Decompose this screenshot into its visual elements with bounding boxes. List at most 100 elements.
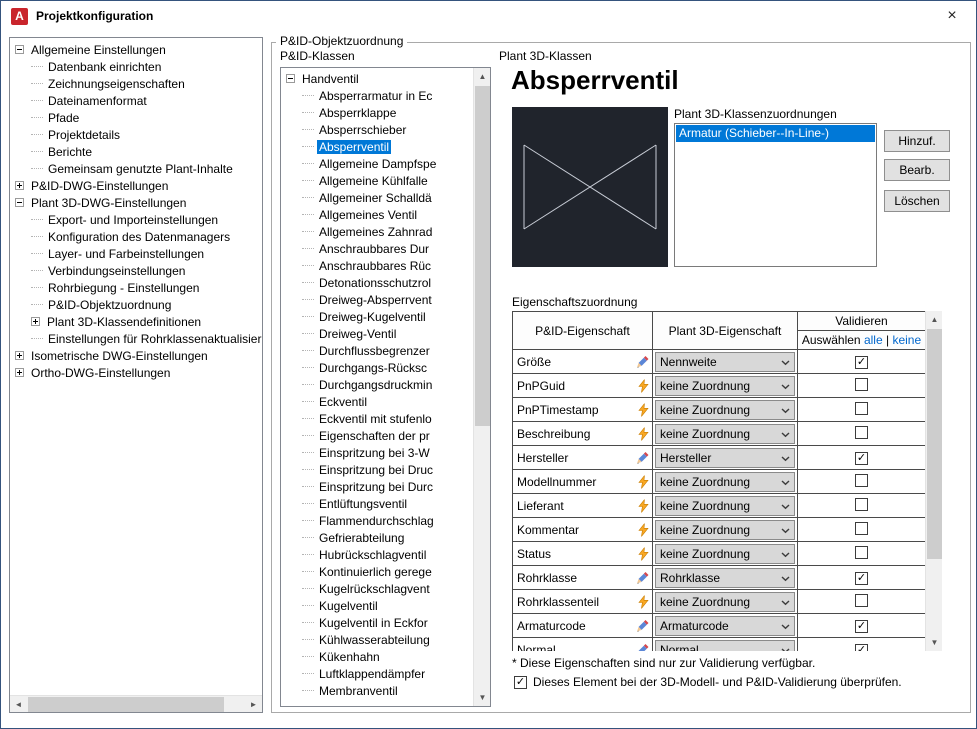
tree-item[interactable]: Plant 3D-DWG-Einstellungen	[10, 194, 262, 211]
expand-plus-icon[interactable]	[15, 351, 24, 360]
tree-item[interactable]: Absperrschieber	[281, 121, 473, 138]
tree-item[interactable]: Allgemeine Einstellungen	[10, 41, 262, 58]
plant-property-dropdown[interactable]: Nennweite	[655, 351, 795, 372]
tree-item[interactable]: Eckventil	[281, 393, 473, 410]
scroll-left-arrow-icon[interactable]: ◄	[10, 696, 27, 712]
tree-item[interactable]: Kükenhahn	[281, 648, 473, 665]
tree-item[interactable]: Allgemeiner Schalldä	[281, 189, 473, 206]
tree-item[interactable]: Flammendurchschlag	[281, 512, 473, 529]
tree-item[interactable]: Export- und Importeinstellungen	[10, 211, 262, 228]
tree-item[interactable]: Durchgangsdruckmin	[281, 376, 473, 393]
validate-checkbox[interactable]	[855, 593, 868, 607]
validate-checkbox[interactable]	[855, 401, 868, 415]
plant-property-dropdown[interactable]: keine Zuordnung	[655, 399, 795, 420]
tree-item[interactable]: Dreiweg-Ventil	[281, 325, 473, 342]
tree-item[interactable]: Einstellungen für Rohrklassenaktualisier…	[10, 330, 262, 347]
tree-item[interactable]: Konfiguration des Datenmanagers	[10, 228, 262, 245]
tree-item[interactable]: Kühlwasserabteilung	[281, 631, 473, 648]
scroll-up-arrow-icon[interactable]: ▲	[926, 311, 942, 328]
validate-checkbox[interactable]: ✓	[855, 356, 868, 369]
collapse-minus-icon[interactable]	[15, 45, 24, 54]
plant-property-dropdown[interactable]: keine Zuordnung	[655, 423, 795, 444]
tree-item[interactable]: Datenbank einrichten	[10, 58, 262, 75]
validate-checkbox[interactable]	[855, 497, 868, 511]
tree-item[interactable]: Handventil	[281, 70, 473, 87]
tree-item[interactable]: Luftklappendämpfer	[281, 665, 473, 682]
select-none-link[interactable]: keine	[892, 333, 921, 347]
tree-item[interactable]: Ortho-DWG-Einstellungen	[10, 364, 262, 381]
plant-property-dropdown[interactable]: Armaturcode	[655, 615, 795, 636]
scrollbar-thumb[interactable]	[927, 329, 942, 559]
validate-element-row[interactable]: ✓ Dieses Element bei der 3D-Modell- und …	[514, 675, 902, 689]
plant-property-dropdown[interactable]: keine Zuordnung	[655, 519, 795, 540]
plant-property-dropdown[interactable]: keine Zuordnung	[655, 591, 795, 612]
plant-property-dropdown[interactable]: keine Zuordnung	[655, 471, 795, 492]
plant-property-dropdown[interactable]: keine Zuordnung	[655, 495, 795, 516]
tree-item[interactable]: Layer- und Farbeinstellungen	[10, 245, 262, 262]
assignment-item-selected[interactable]: Armatur (Schieber--In-Line-)	[676, 125, 875, 142]
validate-checkbox[interactable]	[855, 425, 868, 439]
tree-item[interactable]: Rohrbiegung - Einstellungen	[10, 279, 262, 296]
tree-item[interactable]: P&ID-Objektzuordnung	[10, 296, 262, 313]
tree-item[interactable]: Projektdetails	[10, 126, 262, 143]
tree-item[interactable]: Kugelventil in Eckfor	[281, 614, 473, 631]
scroll-down-arrow-icon[interactable]: ▼	[926, 634, 942, 651]
tree-item[interactable]: Allgemeine Dampfspe	[281, 155, 473, 172]
tree-item[interactable]: Dreiweg-Absperrvent	[281, 291, 473, 308]
tree-item[interactable]: Einspritzung bei 3-W	[281, 444, 473, 461]
tree-item[interactable]: Kugelrückschlagvent	[281, 580, 473, 597]
expand-plus-icon[interactable]	[31, 317, 40, 326]
tree-item[interactable]: Kontinuierlich gerege	[281, 563, 473, 580]
tree-item[interactable]: Allgemeines Ventil	[281, 206, 473, 223]
tree-item[interactable]: Gemeinsam genutzte Plant-Inhalte	[10, 160, 262, 177]
tree-item[interactable]: Verbindungseinstellungen	[10, 262, 262, 279]
tree-item[interactable]: Eckventil mit stufenlo	[281, 410, 473, 427]
table-scrollbar[interactable]: ▲ ▼	[925, 311, 942, 651]
tree-item[interactable]: Zeichnungseigenschaften	[10, 75, 262, 92]
validate-checkbox[interactable]: ✓	[855, 620, 868, 633]
collapse-minus-icon[interactable]	[286, 74, 295, 83]
tree-item[interactable]: Entlüftungsventil	[281, 495, 473, 512]
plant-property-dropdown[interactable]: Normal	[655, 639, 795, 651]
class-assignments-list[interactable]: Armatur (Schieber--In-Line-)	[674, 123, 877, 267]
tree-item[interactable]: Allgemeines Zahnrad	[281, 223, 473, 240]
scroll-up-arrow-icon[interactable]: ▲	[474, 68, 490, 85]
close-icon[interactable]: ×	[938, 2, 966, 30]
tree-item[interactable]: Dreiweg-Kugelventil	[281, 308, 473, 325]
edit-button[interactable]: Bearb.	[884, 159, 950, 181]
tree-item[interactable]: Eigenschaften der pr	[281, 427, 473, 444]
validate-checkbox[interactable]: ✓	[855, 644, 868, 651]
plant-property-dropdown[interactable]: Hersteller	[655, 447, 795, 468]
tree-item[interactable]: Pfade	[10, 109, 262, 126]
plant-property-dropdown[interactable]: keine Zuordnung	[655, 375, 795, 396]
tree-item[interactable]: P&ID-DWG-Einstellungen	[10, 177, 262, 194]
horizontal-scrollbar[interactable]: ◄ ►	[10, 695, 262, 712]
tree-item[interactable]: Hubrückschlagventil	[281, 546, 473, 563]
validate-checkbox[interactable]	[855, 473, 868, 487]
validate-checkbox[interactable]	[855, 521, 868, 535]
tree-item[interactable]: Isometrische DWG-Einstellungen	[10, 347, 262, 364]
scrollbar-thumb[interactable]	[28, 697, 224, 712]
tree-item[interactable]: Anschraubbares Dur	[281, 240, 473, 257]
select-all-link[interactable]: alle	[864, 333, 883, 347]
tree-item[interactable]: Dateinamenformat	[10, 92, 262, 109]
scroll-down-arrow-icon[interactable]: ▼	[474, 689, 490, 706]
tree-item[interactable]: Detonationsschutzrol	[281, 274, 473, 291]
tree-item-selected[interactable]: Absperrventil	[281, 138, 473, 155]
scroll-right-arrow-icon[interactable]: ►	[245, 696, 262, 712]
tree-item[interactable]: Durchflussbegrenzer	[281, 342, 473, 359]
tree-item[interactable]: Membranventil	[281, 682, 473, 699]
expand-plus-icon[interactable]	[15, 181, 24, 190]
expand-plus-icon[interactable]	[15, 368, 24, 377]
add-button[interactable]: Hinzuf.	[884, 130, 950, 152]
plant-property-dropdown[interactable]: keine Zuordnung	[655, 543, 795, 564]
tree-item[interactable]: Allgemeine Kühlfalle	[281, 172, 473, 189]
collapse-minus-icon[interactable]	[15, 198, 24, 207]
tree-item[interactable]: Absperrklappe	[281, 104, 473, 121]
plant-property-dropdown[interactable]: Rohrklasse	[655, 567, 795, 588]
tree-item[interactable]: Kugelventil	[281, 597, 473, 614]
tree-item[interactable]: Einspritzung bei Durc	[281, 478, 473, 495]
validate-checkbox[interactable]: ✓	[855, 452, 868, 465]
validate-element-checkbox[interactable]: ✓	[514, 675, 527, 689]
validate-checkbox[interactable]	[855, 545, 868, 559]
